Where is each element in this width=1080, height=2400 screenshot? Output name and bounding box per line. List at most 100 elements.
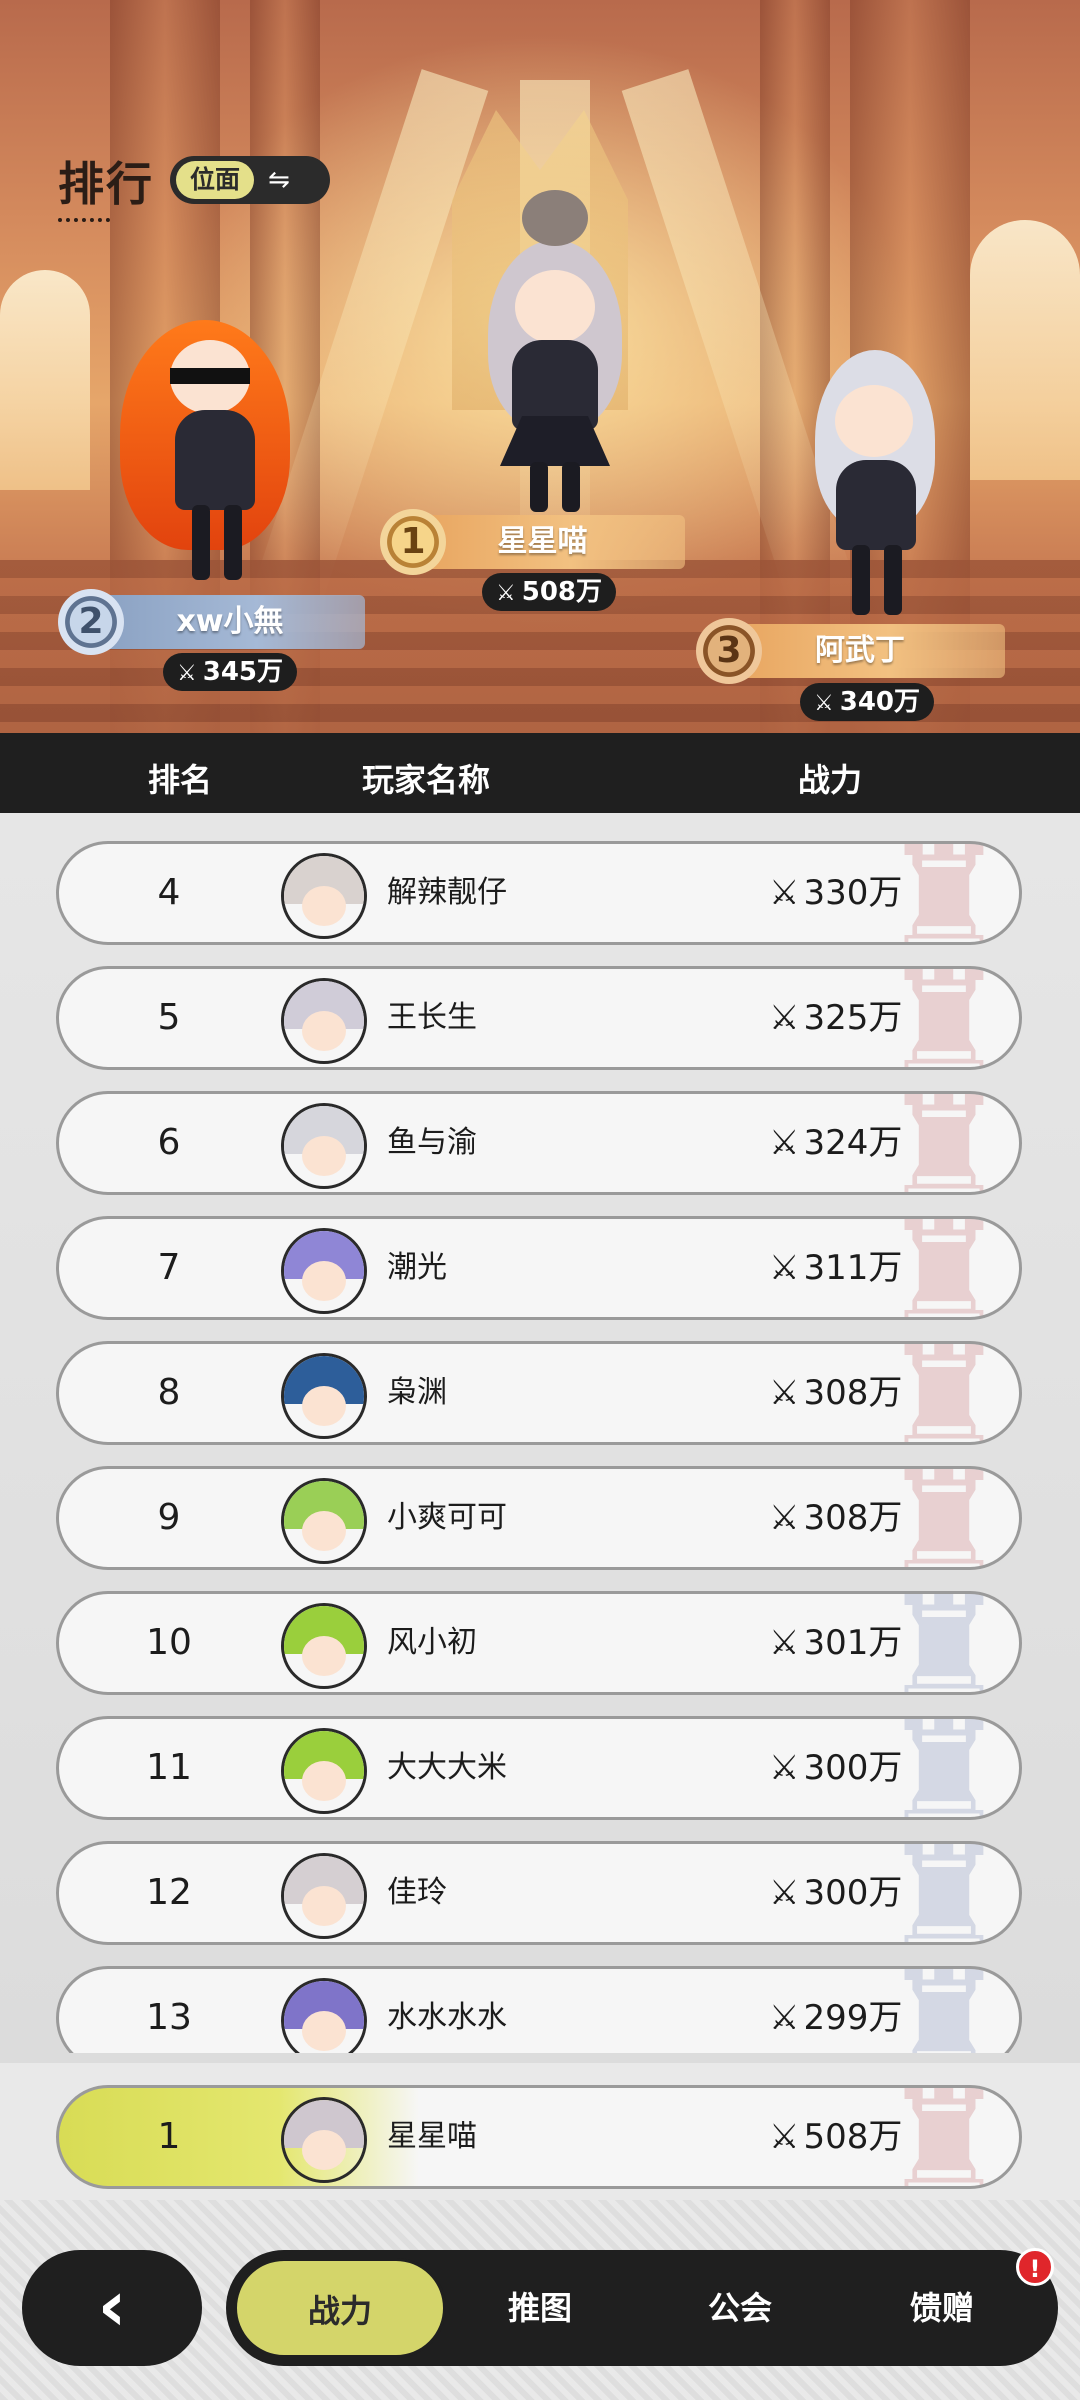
table-row[interactable]: ♜ 5 王长生 ⚔ 325万: [56, 966, 1022, 1070]
row-power-value: 301万: [803, 1623, 903, 1663]
podium-second-power-value: 345万: [202, 657, 284, 687]
row-player-name: 佳玲: [387, 1875, 447, 1910]
avatar[interactable]: [281, 1478, 367, 1564]
crossed-swords-icon: ⚔: [769, 1998, 800, 2038]
character-leg: [884, 545, 902, 615]
character-second[interactable]: [120, 300, 310, 590]
ranking-column-header: 排名 玩家名称 战力: [0, 733, 1080, 813]
tab-gifts[interactable]: 馈赠: [862, 2250, 1022, 2366]
row-power-value: 299万: [803, 1998, 903, 2038]
scope-toggle-button[interactable]: 位面 ⇋: [170, 156, 330, 204]
crossed-swords-icon: ⚔: [177, 661, 197, 686]
crossed-swords-icon: ⚔: [769, 873, 800, 913]
character-face: [515, 270, 595, 344]
my-player-name: 星星喵: [387, 2119, 477, 2154]
rank-medal-first: 1: [380, 509, 446, 575]
crossed-swords-icon: ⚔: [814, 691, 834, 716]
cat-on-head: [522, 190, 588, 246]
character-third[interactable]: [800, 350, 950, 620]
table-row[interactable]: ♜ 12 佳玲 ⚔ 300万: [56, 1841, 1022, 1945]
avatar-face: [302, 1761, 346, 1801]
row-rank: 13: [146, 1997, 192, 2038]
table-row[interactable]: ♜ 8 枭渊 ⚔ 308万: [56, 1341, 1022, 1445]
character-leg: [192, 505, 210, 580]
avatar[interactable]: [281, 853, 367, 939]
podium-third-name-text: 阿武丁: [815, 633, 905, 668]
podium-hero: 排行 位面 ⇋ 星星喵 1 ⚔ 508万 xw小無 2 ⚔ 345万 阿武丁 3 ⚔…: [0, 0, 1080, 733]
my-rank-row[interactable]: ♜ 1 星星喵 ⚔ 508万: [56, 2085, 1022, 2189]
avatar[interactable]: [281, 1978, 367, 2053]
table-row[interactable]: ♜ 11 大大大米 ⚔ 300万: [56, 1716, 1022, 1820]
row-power: ⚔ 299万: [769, 1969, 902, 2053]
avatar[interactable]: [281, 2097, 367, 2183]
table-row[interactable]: ♜ 9 小爽可可 ⚔ 308万: [56, 1466, 1022, 1570]
column-player-name: 玩家名称: [362, 761, 491, 799]
row-rank: 10: [146, 1622, 192, 1663]
row-player-name: 解辣靓仔: [387, 875, 507, 910]
row-player-name: 风小初: [387, 1625, 477, 1660]
row-power: ⚔ 308万: [769, 1344, 902, 1442]
ranking-list-viewport[interactable]: ♜ 4 解辣靓仔 ⚔ 330万 ♜ 5 王长生 ⚔ 325万 ♜ 6 鱼与渝 ⚔ 324万 ♜ 7 潮光 ⚔ 311万…: [0, 813, 1080, 2053]
row-power: ⚔ 308万: [769, 1469, 902, 1567]
row-power: ⚔ 324万: [769, 1094, 902, 1192]
table-row[interactable]: ♜ 7 潮光 ⚔ 311万: [56, 1216, 1022, 1320]
my-rank-number: 1: [157, 2116, 181, 2157]
crossed-swords-icon: ⚔: [496, 581, 516, 606]
tab-guild[interactable]: 公会: [660, 2250, 820, 2366]
avatar-face: [302, 1136, 346, 1176]
row-player-name: 大大大米: [387, 1750, 507, 1785]
avatar[interactable]: [281, 1228, 367, 1314]
crossed-swords-icon: ⚔: [769, 1123, 800, 1163]
row-player-name: 枭渊: [387, 1375, 447, 1410]
avatar[interactable]: [281, 1103, 367, 1189]
row-player-name: 小爽可可: [387, 1500, 507, 1535]
avatar[interactable]: [281, 978, 367, 1064]
bottom-tab-bar: 战力 推图 公会 馈赠: [226, 2250, 1058, 2366]
podium-first-power: ⚔ 508万: [482, 573, 617, 611]
row-power-value: 324万: [803, 1123, 903, 1163]
row-power-value: 330万: [803, 873, 903, 913]
row-power-value: 308万: [803, 1373, 903, 1413]
avatar-face: [302, 1261, 346, 1301]
podium-second-name-text: xw小無: [176, 604, 284, 639]
ranking-list[interactable]: ♜ 4 解辣靓仔 ⚔ 330万 ♜ 5 王长生 ⚔ 325万 ♜ 6 鱼与渝 ⚔ 324万 ♜ 7 潮光 ⚔ 311万…: [0, 813, 1080, 2063]
back-button[interactable]: ‹: [22, 2250, 202, 2366]
character-leg: [562, 462, 580, 512]
avatar[interactable]: [281, 1353, 367, 1439]
character-leg: [530, 462, 548, 512]
avatar[interactable]: [281, 1853, 367, 1939]
row-rank: 5: [157, 997, 181, 1038]
column-power: 战力: [798, 761, 863, 799]
tab-power[interactable]: 战力: [234, 2258, 446, 2358]
avatar[interactable]: [281, 1728, 367, 1814]
avatar-face: [302, 2130, 346, 2170]
avatar-face: [302, 1886, 346, 1926]
rank-medal-second: 2: [58, 589, 124, 655]
tab-push-map[interactable]: 推图: [460, 2250, 620, 2366]
row-player-name: 水水水水: [387, 2000, 507, 2035]
row-power: ⚔ 325万: [769, 969, 902, 1067]
row-power: ⚔ 311万: [769, 1219, 902, 1317]
avatar-face: [302, 1011, 346, 1051]
podium-second-power: ⚔ 345万: [163, 653, 298, 691]
podium-second-name: xw小無: [95, 595, 365, 649]
character-first[interactable]: [470, 190, 640, 520]
avatar-face: [302, 1511, 346, 1551]
crossed-swords-icon: ⚔: [769, 1248, 800, 1288]
table-row[interactable]: ♜ 4 解辣靓仔 ⚔ 330万: [56, 841, 1022, 945]
table-row[interactable]: ♜ 10 风小初 ⚔ 301万: [56, 1591, 1022, 1695]
avatar-face: [302, 1386, 346, 1426]
row-power-value: 300万: [803, 1748, 903, 1788]
avatar-face: [302, 1636, 346, 1676]
table-row[interactable]: ♜ 6 鱼与渝 ⚔ 324万: [56, 1091, 1022, 1195]
crossed-swords-icon: ⚔: [769, 1623, 800, 1663]
rank-medal-third: 3: [696, 618, 762, 684]
table-row[interactable]: ♜ 13 水水水水 ⚔ 299万: [56, 1966, 1022, 2053]
crossed-swords-icon: ⚔: [769, 1873, 800, 1913]
row-rank: 9: [157, 1497, 181, 1538]
scope-label: 位面: [176, 161, 255, 199]
row-power: ⚔ 300万: [769, 1719, 902, 1817]
podium-first-power-value: 508万: [521, 577, 603, 607]
avatar[interactable]: [281, 1603, 367, 1689]
row-power-value: 300万: [803, 1873, 903, 1913]
